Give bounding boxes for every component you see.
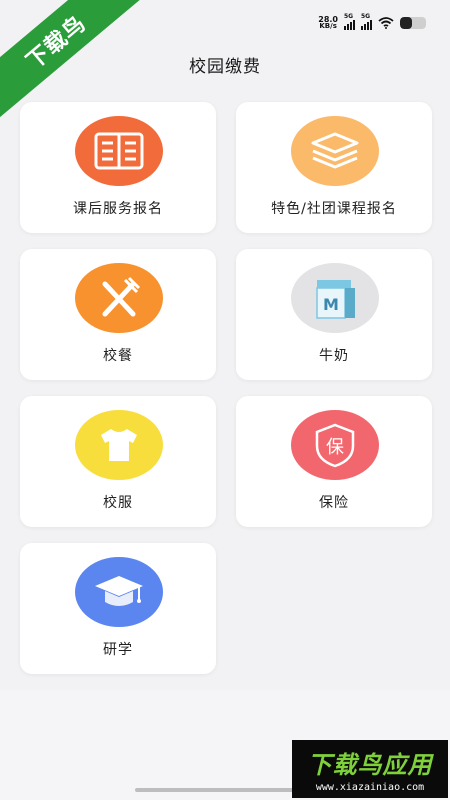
service-card-study-tour[interactable]: 研学 (20, 543, 216, 674)
service-card-milk[interactable]: M 牛奶 (236, 249, 432, 380)
wifi-icon (378, 17, 394, 29)
layers-icon (291, 116, 379, 186)
book-icon (75, 116, 163, 186)
watermark-title: 下载鸟应用 (307, 751, 433, 779)
service-card-insurance[interactable]: 保 保险 (236, 396, 432, 527)
service-card-club-courses[interactable]: 特色/社团课程报名 (236, 102, 432, 233)
sim1-label: 5G (344, 13, 354, 20)
milk-carton-icon: M (291, 263, 379, 333)
service-label: 保险 (319, 495, 349, 511)
graduation-cap-icon (75, 557, 163, 627)
service-label: 课后服务报名 (73, 201, 163, 217)
service-label: 特色/社团课程报名 (271, 201, 397, 217)
service-card-school-meal[interactable]: 校餐 (20, 249, 216, 380)
home-indicator[interactable] (135, 788, 315, 792)
service-card-after-school[interactable]: 课后服务报名 (20, 102, 216, 233)
network-speed-unit: KB/s (319, 22, 337, 30)
service-label: 校服 (103, 495, 133, 511)
insurance-shield-icon: 保 (291, 410, 379, 480)
tshirt-icon (75, 410, 163, 480)
service-label: 研学 (103, 642, 133, 658)
battery-icon (400, 17, 426, 29)
page-title: 校园缴费 (189, 57, 261, 77)
signal-sim1-icon: 5G (344, 13, 355, 30)
service-card-uniform[interactable]: 校服 (20, 396, 216, 527)
insurance-icon-char: 保 (326, 437, 344, 458)
watermark-url: www.xiazainiao.com (315, 782, 425, 793)
watermark-logo: 下载鸟应用 www.xiazainiao.com (292, 740, 448, 798)
status-bar: 28.0 KB/s 5G 5G (318, 12, 426, 34)
network-speed: 28.0 KB/s (318, 16, 338, 30)
battery-level (400, 17, 412, 29)
fork-knife-icon (75, 263, 163, 333)
signal-sim2-icon: 5G (361, 13, 372, 30)
service-label: 牛奶 (319, 348, 349, 364)
milk-icon-letter: M (323, 295, 339, 314)
sim2-label: 5G (361, 13, 371, 20)
service-label: 校餐 (103, 348, 133, 364)
